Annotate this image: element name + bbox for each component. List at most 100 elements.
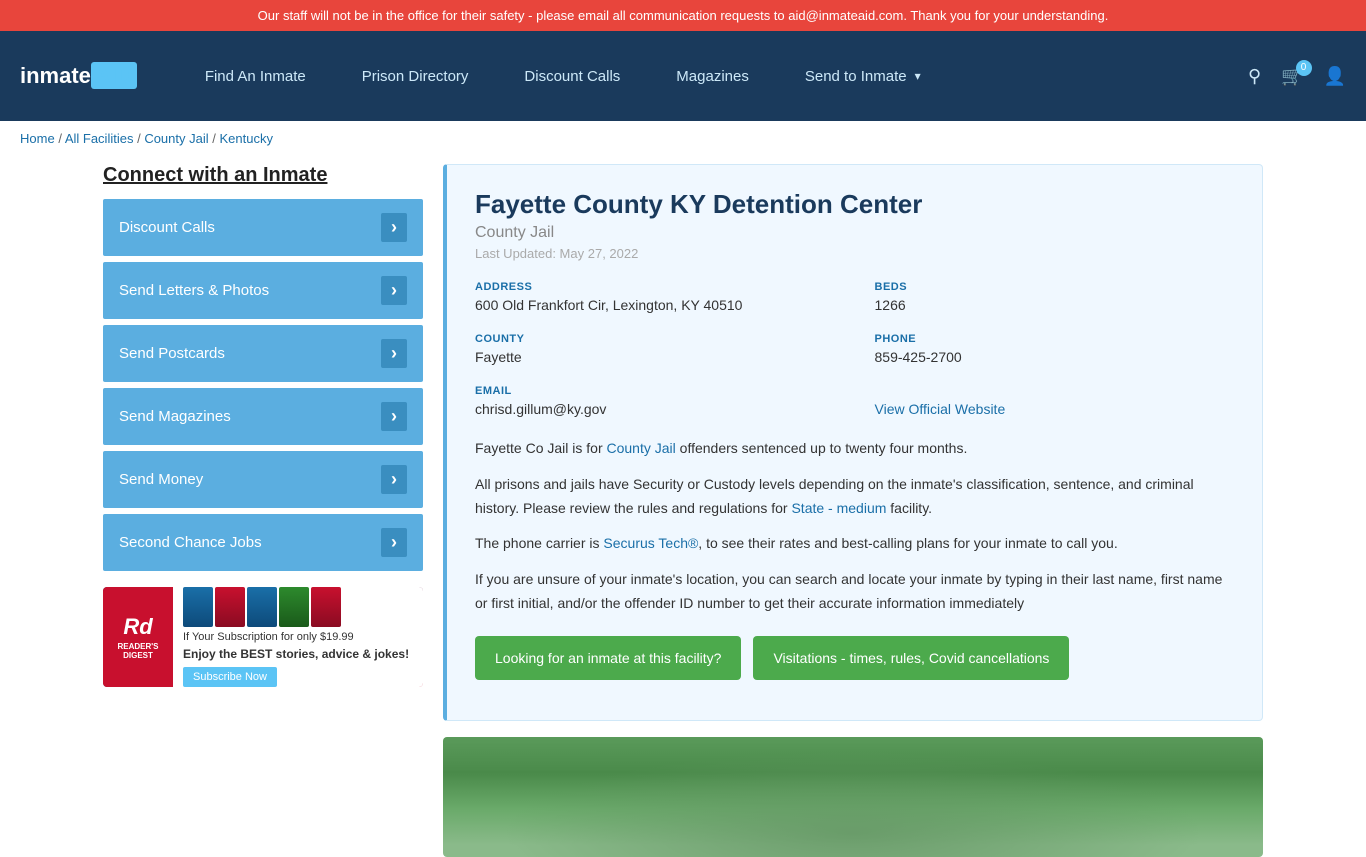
main-layout: Connect with an Inmate Discount Calls › …	[83, 156, 1283, 857]
email-section: EMAIL chrisd.gillum@ky.gov	[475, 385, 835, 417]
facility-card: Fayette County KY Detention Center Count…	[443, 164, 1263, 721]
nav-find-inmate[interactable]: Find An Inmate	[177, 31, 334, 121]
visitations-btn[interactable]: Visitations - times, rules, Covid cancel…	[753, 636, 1069, 680]
find-inmate-btn[interactable]: Looking for an inmate at this facility?	[475, 636, 741, 680]
beds-section: BEDS 1266	[875, 281, 1235, 313]
desc-4: If you are unsure of your inmate's locat…	[475, 568, 1234, 616]
logo-aid: AID	[91, 62, 137, 89]
phone-section: PHONE 859-425-2700	[875, 333, 1235, 365]
rd-cover-1	[183, 587, 213, 627]
county-value: Fayette	[475, 349, 835, 365]
rd-logo: Rd READER'S DIGEST	[103, 587, 173, 687]
state-medium-link[interactable]: State - medium	[791, 500, 886, 516]
nav-prison-directory[interactable]: Prison Directory	[334, 31, 497, 121]
address-label: ADDRESS	[475, 281, 835, 293]
sidebar-send-letters[interactable]: Send Letters & Photos ›	[103, 262, 423, 319]
desc-1: Fayette Co Jail is for County Jail offen…	[475, 437, 1234, 461]
desc-3: The phone carrier is Securus Tech®, to s…	[475, 532, 1234, 556]
breadcrumb-all-facilities[interactable]: All Facilities	[65, 131, 134, 146]
phone-label: PHONE	[875, 333, 1235, 345]
rd-content: If Your Subscription for only $19.99 Enj…	[173, 587, 423, 687]
facility-info-grid: ADDRESS 600 Old Frankfort Cir, Lexington…	[475, 281, 1234, 417]
nav-send-to-inmate[interactable]: Send to Inmate ▾	[777, 31, 949, 121]
sidebar-send-magazines-label: Send Magazines	[119, 408, 231, 425]
nav-discount-calls[interactable]: Discount Calls	[496, 31, 648, 121]
beds-label: BEDS	[875, 281, 1235, 293]
address-value: 600 Old Frankfort Cir, Lexington, KY 405…	[475, 297, 835, 313]
rd-cover-5	[311, 587, 341, 627]
sidebar-second-chance-chevron: ›	[381, 528, 407, 557]
sidebar-second-chance-label: Second Chance Jobs	[119, 534, 262, 551]
email-label: EMAIL	[475, 385, 835, 397]
action-buttons: Looking for an inmate at this facility? …	[475, 636, 1234, 680]
sidebar-send-money-label: Send Money	[119, 471, 203, 488]
breadcrumb-home[interactable]: Home	[20, 131, 55, 146]
rd-cover-4	[279, 587, 309, 627]
navbar: inmateAID Find An Inmate Prison Director…	[0, 31, 1366, 121]
rd-logo-abbr: Rd	[123, 614, 152, 640]
sidebar-discount-calls[interactable]: Discount Calls ›	[103, 199, 423, 256]
alert-text: Our staff will not be in the office for …	[258, 8, 1109, 23]
rd-subscribe-button[interactable]: Subscribe Now	[183, 667, 277, 687]
facility-description: Fayette Co Jail is for County Jail offen…	[475, 437, 1234, 616]
website-link[interactable]: View Official Website	[875, 401, 1006, 417]
nav-magazines[interactable]: Magazines	[648, 31, 777, 121]
facility-type: County Jail	[475, 224, 1234, 242]
county-label: COUNTY	[475, 333, 835, 345]
facility-name: Fayette County KY Detention Center	[475, 189, 1234, 220]
sidebar: Connect with an Inmate Discount Calls › …	[103, 156, 423, 857]
sidebar-discount-calls-label: Discount Calls	[119, 219, 215, 236]
email-value: chrisd.gillum@ky.gov	[475, 401, 835, 417]
website-section: View Official Website	[875, 385, 1235, 417]
sidebar-title: Connect with an Inmate	[103, 164, 423, 187]
breadcrumb-county-jail[interactable]: County Jail	[144, 131, 208, 146]
sidebar-send-postcards[interactable]: Send Postcards ›	[103, 325, 423, 382]
beds-value: 1266	[875, 297, 1235, 313]
rd-brand-digest: DIGEST	[123, 651, 153, 660]
rd-brand-small: READER'S	[117, 642, 158, 651]
rd-cover-3	[247, 587, 277, 627]
facility-photo-image	[443, 737, 1263, 857]
rd-cover-2	[215, 587, 245, 627]
logo[interactable]: inmateAID	[20, 63, 137, 89]
rd-covers	[183, 587, 413, 627]
ad-inner: Rd READER'S DIGEST If Your Subscription …	[103, 587, 423, 687]
facility-updated: Last Updated: May 27, 2022	[475, 246, 1234, 261]
sidebar-send-letters-chevron: ›	[381, 276, 407, 305]
website-spacer	[875, 385, 1235, 397]
sidebar-send-money[interactable]: Send Money ›	[103, 451, 423, 508]
dropdown-chevron-icon: ▾	[915, 69, 921, 83]
breadcrumb: Home / All Facilities / County Jail / Ke…	[0, 121, 1366, 156]
logo-inmate: inmateAID	[20, 63, 137, 89]
user-button[interactable]: 👤	[1324, 66, 1346, 87]
facility-photo	[443, 737, 1263, 857]
main-content: Fayette County KY Detention Center Count…	[443, 156, 1263, 857]
user-icon: 👤	[1324, 66, 1346, 86]
cart-button[interactable]: 🛒 0	[1281, 66, 1303, 87]
desc-2: All prisons and jails have Security or C…	[475, 473, 1234, 521]
sidebar-send-letters-label: Send Letters & Photos	[119, 282, 269, 299]
search-icon: ⚲	[1248, 66, 1261, 86]
rd-ad-title: If Your Subscription for only $19.99	[183, 631, 413, 643]
address-section: ADDRESS 600 Old Frankfort Cir, Lexington…	[475, 281, 835, 313]
nav-icons: ⚲ 🛒 0 👤	[1248, 66, 1346, 87]
rd-ad-subtitle: Enjoy the BEST stories, advice & jokes!	[183, 647, 413, 661]
sidebar-discount-calls-chevron: ›	[381, 213, 407, 242]
county-jail-link[interactable]: County Jail	[607, 440, 676, 456]
sidebar-send-magazines-chevron: ›	[381, 402, 407, 431]
search-button[interactable]: ⚲	[1248, 66, 1261, 87]
nav-send-to-inmate-label: Send to Inmate	[805, 68, 907, 85]
sidebar-send-postcards-chevron: ›	[381, 339, 407, 368]
nav-links: Find An Inmate Prison Directory Discount…	[177, 31, 1248, 121]
alert-banner: Our staff will not be in the office for …	[0, 0, 1366, 31]
sidebar-send-postcards-label: Send Postcards	[119, 345, 225, 362]
phone-value: 859-425-2700	[875, 349, 1235, 365]
breadcrumb-kentucky[interactable]: Kentucky	[219, 131, 272, 146]
sidebar-ad[interactable]: Rd READER'S DIGEST If Your Subscription …	[103, 587, 423, 687]
cart-badge: 0	[1296, 60, 1312, 76]
sidebar-second-chance[interactable]: Second Chance Jobs ›	[103, 514, 423, 571]
sidebar-send-magazines[interactable]: Send Magazines ›	[103, 388, 423, 445]
sidebar-send-money-chevron: ›	[381, 465, 407, 494]
securus-link[interactable]: Securus Tech®	[603, 535, 698, 551]
county-section: COUNTY Fayette	[475, 333, 835, 365]
